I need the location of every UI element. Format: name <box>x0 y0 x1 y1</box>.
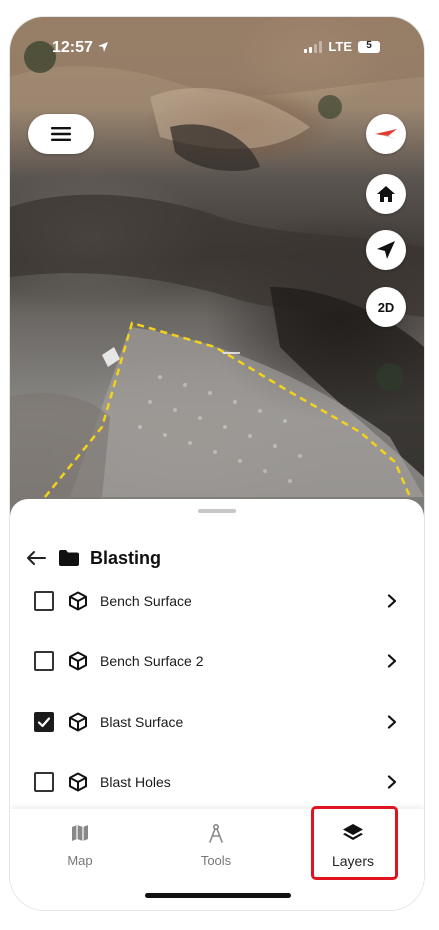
home-button[interactable] <box>366 174 406 214</box>
home-indicator[interactable] <box>145 893 291 898</box>
layer-label: Bench Surface <box>100 593 192 609</box>
network-type: LTE <box>328 39 352 54</box>
map-view[interactable]: 12:57 LTE 5 2D <box>10 17 424 517</box>
tab-map[interactable]: Map <box>30 821 130 881</box>
map-icon <box>71 821 89 845</box>
view-mode-button[interactable]: 2D <box>366 287 406 327</box>
layer-checkbox[interactable] <box>34 772 54 792</box>
layer-label: Blast Holes <box>100 774 171 790</box>
status-indicators: LTE 5 <box>304 39 380 54</box>
cube-icon <box>68 772 88 792</box>
layer-row-bench-surface[interactable]: Bench Surface <box>10 571 424 631</box>
view-mode-label: 2D <box>377 299 395 315</box>
layers-tab-highlight <box>311 806 398 880</box>
status-time: 12:57 <box>52 39 109 57</box>
compass-drafting-icon <box>208 821 224 845</box>
layer-row-blast-holes[interactable]: Blast Holes <box>10 752 424 812</box>
tab-tools[interactable]: Tools <box>166 821 266 881</box>
compass-button[interactable] <box>366 114 406 154</box>
location-arrow-icon <box>377 241 395 259</box>
home-icon <box>377 186 395 202</box>
folder-icon <box>58 549 80 567</box>
folder-header: Blasting <box>26 545 161 571</box>
phone-screen: 12:57 LTE 5 2D Blasting Bench Surface Be… <box>10 17 424 910</box>
chevron-right-icon[interactable] <box>382 651 402 671</box>
cube-icon <box>68 651 88 671</box>
back-arrow-icon[interactable] <box>26 547 48 569</box>
layer-row-blast-surface[interactable]: Blast Surface <box>10 692 424 752</box>
chevron-right-icon[interactable] <box>382 772 402 792</box>
location-services-icon <box>98 42 109 52</box>
layers-sheet: Blasting Bench Surface Bench Surface 2 B… <box>10 499 424 910</box>
chevron-right-icon[interactable] <box>382 591 402 611</box>
signal-icon <box>304 40 323 53</box>
battery-level: 5 <box>366 39 372 51</box>
locate-button[interactable] <box>366 230 406 270</box>
sheet-grabber[interactable] <box>198 509 236 513</box>
layer-label: Bench Surface 2 <box>100 653 204 669</box>
layer-label: Blast Surface <box>100 714 184 730</box>
hamburger-icon <box>51 127 71 141</box>
checkmark-icon <box>37 717 51 728</box>
tab-tools-label: Tools <box>200 853 232 868</box>
layer-checkbox-checked[interactable] <box>34 712 54 732</box>
folder-title: Blasting <box>90 547 162 568</box>
chevron-right-icon[interactable] <box>382 712 402 732</box>
layer-checkbox[interactable] <box>34 651 54 671</box>
layer-row-bench-surface-2[interactable]: Bench Surface 2 <box>10 631 424 691</box>
aerial-imagery <box>10 17 424 517</box>
cube-icon <box>68 712 88 732</box>
menu-button[interactable] <box>28 114 94 154</box>
tab-map-label: Map <box>67 853 93 868</box>
cube-icon <box>68 591 88 611</box>
battery-icon: 5 <box>358 39 380 53</box>
compass-icon <box>375 129 397 139</box>
layer-checkbox[interactable] <box>34 591 54 611</box>
